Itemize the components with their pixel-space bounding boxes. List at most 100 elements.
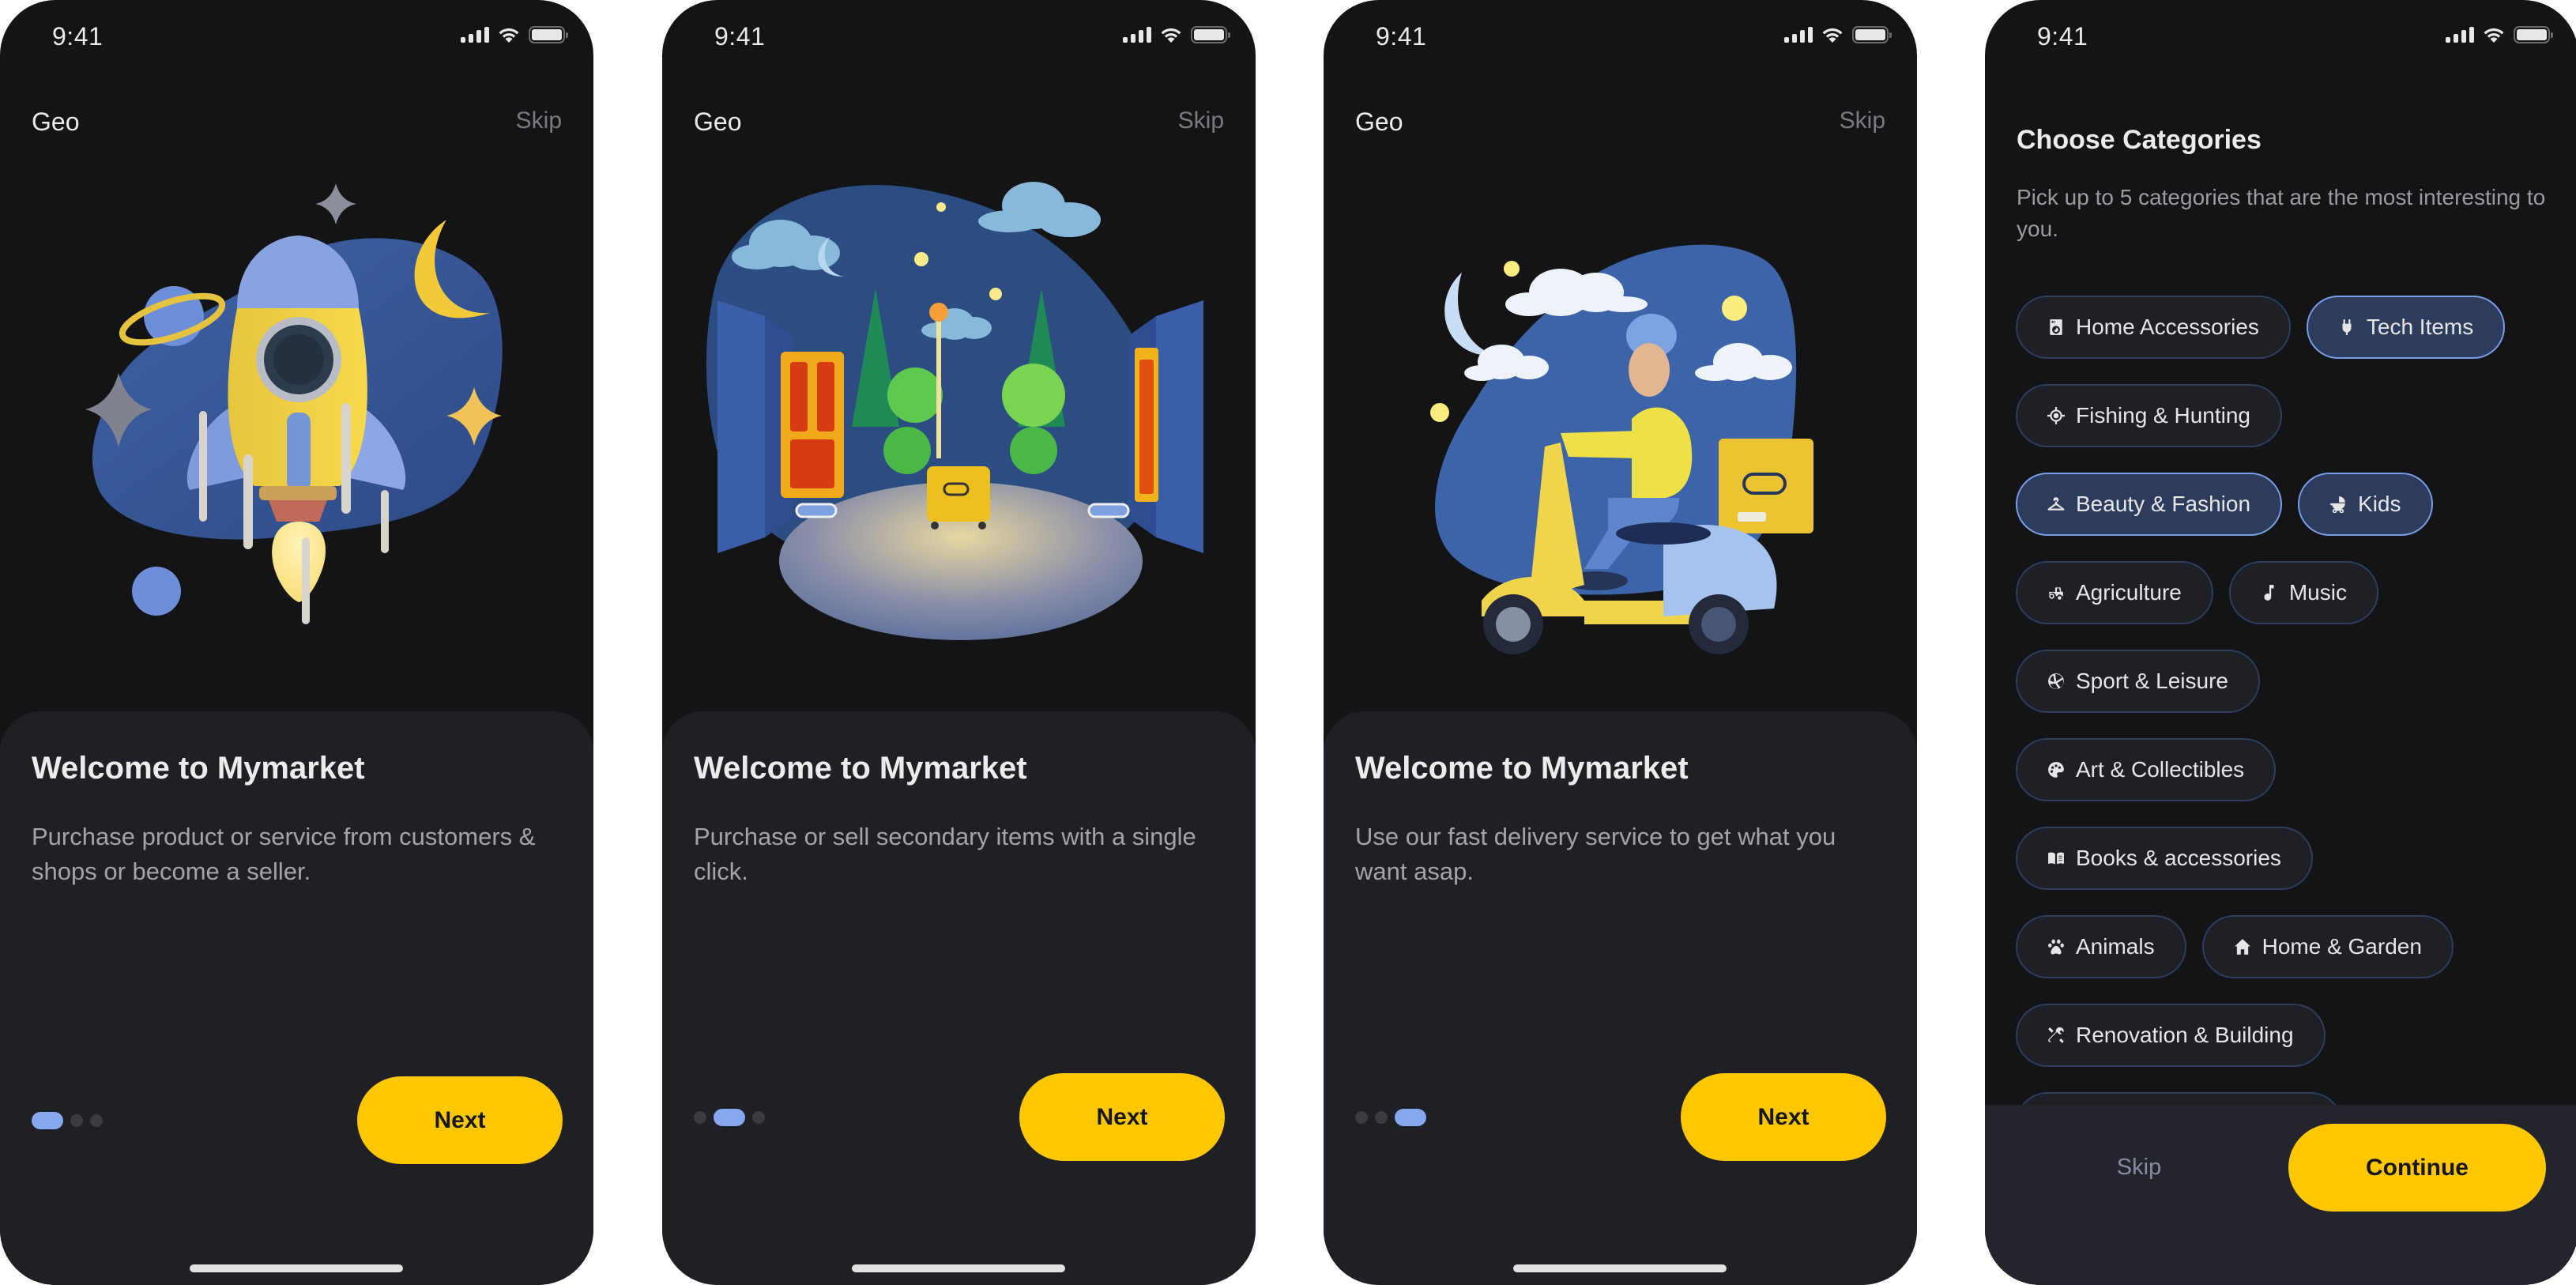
skip-link[interactable]: Skip (516, 107, 562, 134)
category-chip-books-accessories[interactable]: Books & accessories (2016, 827, 2313, 890)
card-title: Welcome to Mymarket (1355, 751, 1689, 786)
battery-icon (1852, 26, 1892, 43)
battery-icon (2514, 26, 2553, 43)
status-time: 9:41 (2037, 22, 2088, 51)
page-dot-active[interactable] (1395, 1109, 1426, 1126)
delivery-scooter-illustration (1324, 158, 1917, 695)
page-dot[interactable] (1375, 1111, 1388, 1124)
card-title: Welcome to Mymarket (32, 751, 365, 786)
page-indicator (1355, 1109, 1426, 1126)
category-chip-animals[interactable]: Animals (2016, 915, 2186, 978)
status-bar: 9:41 (662, 0, 1256, 71)
category-chip-renovation-building[interactable]: Renovation & Building (2016, 1004, 2326, 1067)
chip-label: Sport & Leisure (2076, 669, 2228, 693)
category-chip-kids[interactable]: Kids (2298, 473, 2433, 536)
book-icon (2047, 850, 2065, 867)
chip-label: Beauty & Fashion (2076, 492, 2251, 516)
onboarding-card: Welcome to Mymarket Purchase or sell sec… (662, 711, 1256, 1285)
continue-button[interactable]: Continue (2288, 1124, 2546, 1212)
onboarding-screen-2: 9:41 Geo Skip Welcome to Mymarket Purcha… (662, 0, 1256, 1285)
chip-label: Agriculture (2076, 580, 2182, 605)
status-bar: 9:41 (1985, 0, 2576, 71)
home-indicator (852, 1264, 1065, 1272)
page-dot[interactable] (752, 1111, 765, 1124)
music-note-icon (2261, 584, 2278, 601)
plug-icon (2338, 318, 2356, 336)
chip-label: Animals (2076, 934, 2155, 959)
onboarding-screen-1: 9:41 Geo Skip Welcome to Mymarket Purcha… (0, 0, 593, 1285)
page-dot-active[interactable] (32, 1112, 63, 1129)
chip-label: Books & accessories (2076, 846, 2281, 870)
status-bar: 9:41 (0, 0, 593, 71)
house-icon (2234, 938, 2251, 955)
category-chip-art-collectibles[interactable]: Art & Collectibles (2016, 738, 2277, 801)
onboarding-screen-3: 9:41 Geo Skip Welcome to Mymarket Use ou… (1324, 0, 1917, 1285)
hanger-icon (2047, 496, 2065, 513)
category-chip-home-garden[interactable]: Home & Garden (2201, 915, 2454, 978)
chip-label: Music (2288, 580, 2347, 605)
page-dot-active[interactable] (714, 1109, 745, 1126)
bottom-action-bar: Skip Continue (1985, 1105, 2576, 1285)
tools-icon (2047, 1027, 2065, 1044)
status-bar: 9:41 (1324, 0, 1917, 71)
skip-link[interactable]: Skip (1178, 107, 1224, 134)
rocket-illustration (0, 158, 593, 695)
next-button[interactable]: Next (357, 1076, 563, 1164)
washing-machine-icon (2047, 318, 2065, 336)
card-description: Purchase product or service from custome… (32, 823, 536, 885)
chip-label: Home & Garden (2262, 934, 2422, 959)
page-dot[interactable] (1355, 1111, 1368, 1124)
page-title: Choose Categories (2017, 125, 2262, 155)
cellular-signal-icon (2446, 27, 2474, 43)
wifi-icon (1161, 28, 1181, 43)
brand-name: Geo (694, 107, 742, 136)
tractor-icon (2047, 584, 2065, 601)
category-chip-home-accessories[interactable]: Home Accessories (2016, 296, 2291, 359)
top-nav: Geo Skip (694, 107, 1224, 139)
cellular-signal-icon (1784, 27, 1813, 43)
status-time: 9:41 (714, 22, 766, 51)
home-indicator (1513, 1264, 1727, 1272)
next-button[interactable]: Next (1019, 1073, 1225, 1161)
skip-button[interactable]: Skip (2017, 1124, 2262, 1212)
page-dot[interactable] (70, 1114, 83, 1127)
card-title: Welcome to Mymarket (694, 751, 1027, 786)
chip-label: Renovation & Building (2076, 1023, 2294, 1047)
chip-label: Fishing & Hunting (2076, 403, 2251, 428)
cellular-signal-icon (1123, 27, 1151, 43)
cellular-signal-icon (461, 27, 489, 43)
stroller-icon (2329, 496, 2347, 513)
crosshair-icon (2047, 407, 2065, 424)
chip-label: Art & Collectibles (2076, 757, 2245, 782)
page-dot[interactable] (90, 1114, 103, 1127)
category-chip-music[interactable]: Music (2228, 561, 2378, 624)
paw-icon (2047, 938, 2065, 955)
top-nav: Geo Skip (1355, 107, 1885, 139)
card-description: Use our fast delivery service to get wha… (1355, 823, 1836, 885)
wifi-icon (2484, 28, 2504, 43)
category-chip-agriculture[interactable]: Agriculture (2016, 561, 2213, 624)
page-description: Pick up to 5 categories that are the mos… (2017, 185, 2546, 241)
top-nav: Geo Skip (32, 107, 562, 139)
battery-icon (1191, 26, 1230, 43)
category-chip-fishing-hunting[interactable]: Fishing & Hunting (2016, 384, 2283, 447)
onboarding-card: Welcome to Mymarket Purchase product or … (0, 711, 593, 1285)
next-button[interactable]: Next (1681, 1073, 1886, 1161)
page-dot[interactable] (694, 1111, 706, 1124)
wifi-icon (1822, 28, 1843, 43)
brand-name: Geo (1355, 107, 1403, 136)
page-indicator (32, 1112, 103, 1129)
chip-label: Tech Items (2366, 315, 2474, 339)
chip-label: Home Accessories (2076, 315, 2259, 339)
onboarding-card: Welcome to Mymarket Use our fast deliver… (1324, 711, 1917, 1285)
category-chip-sport-leisure[interactable]: Sport & Leisure (2016, 650, 2260, 713)
category-chip-beauty-fashion[interactable]: Beauty & Fashion (2016, 473, 2283, 536)
home-indicator (190, 1264, 403, 1272)
category-chip-list: Home Accessories Tech Items Fishing & Hu… (2016, 296, 2553, 1155)
choose-categories-screen: 9:41 Choose Categories Pick up to 5 cate… (1985, 0, 2576, 1285)
chip-label: Kids (2358, 492, 2401, 516)
card-description: Purchase or sell secondary items with a … (694, 823, 1196, 885)
skip-link[interactable]: Skip (1840, 107, 1885, 134)
page-indicator (694, 1109, 765, 1126)
category-chip-tech-items[interactable]: Tech Items (2306, 296, 2506, 359)
